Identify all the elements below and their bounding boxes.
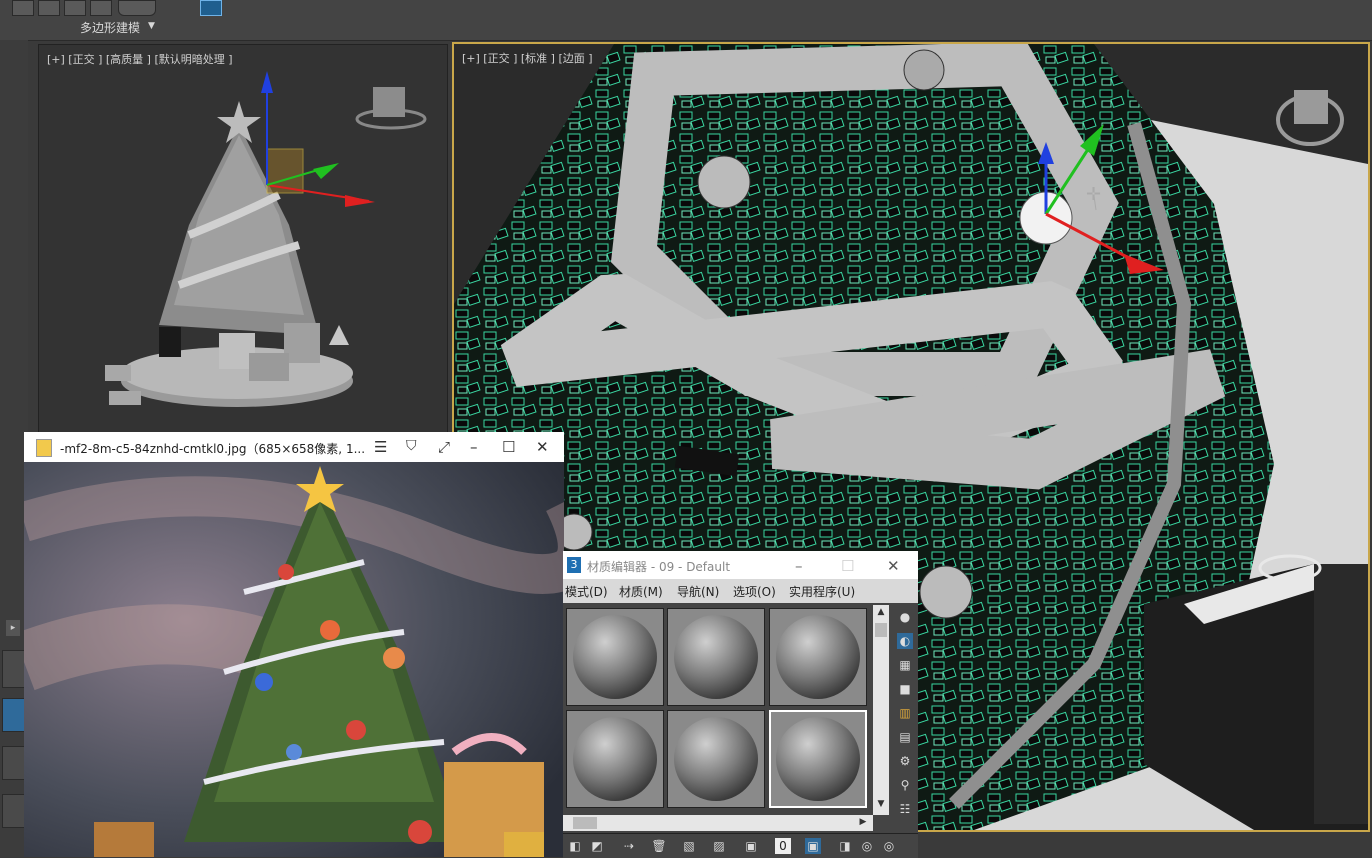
go-to-parent-icon[interactable]: ◎ <box>859 838 875 854</box>
put-to-library-icon[interactable]: ▨ <box>711 838 727 854</box>
vertical-scrollbar[interactable]: ▲ ▼ <box>873 605 889 815</box>
preview-icon[interactable]: ▤ <box>897 729 913 745</box>
expand-arrow-icon[interactable]: ▸ <box>6 620 20 636</box>
close-icon[interactable]: ✕ <box>536 438 549 456</box>
app-icon: 3 <box>567 557 581 573</box>
backlight-icon[interactable]: ◐ <box>897 633 913 649</box>
material-bottom-toolbar: ◧ ◩ ⇢ 🗑 ▧ ▨ ▣ 0 ▣ ◨ ◎ ◎ <box>563 833 918 858</box>
material-navigator-icon[interactable]: ☷ <box>897 801 913 817</box>
material-editor-title: 材质编辑器 - 09 - Default <box>587 560 731 574</box>
video-check-icon[interactable]: ▥ <box>897 705 913 721</box>
material-editor-titlebar[interactable]: 3 材质编辑器 - 09 - Default – ☐ ✕ <box>563 551 918 579</box>
side-button[interactable] <box>2 746 26 780</box>
scroll-thumb[interactable] <box>573 817 597 829</box>
horizontal-scrollbar[interactable]: ▶ <box>563 815 873 831</box>
fullscreen-icon[interactable]: ⤢ <box>438 438 450 456</box>
sample-type-icon[interactable]: ● <box>897 609 913 625</box>
skin-icon[interactable]: ⛉ <box>406 438 417 454</box>
maximize-icon[interactable]: ☐ <box>502 438 515 456</box>
reference-image <box>24 462 564 857</box>
image-viewer-title: -mf2-8m-c5-84znhd-cmtkl0.jpg（685×658像素, … <box>60 442 366 456</box>
material-slot-active[interactable] <box>769 710 867 808</box>
go-forward-sibling-icon[interactable]: ◎ <box>881 838 897 854</box>
side-button[interactable] <box>2 650 26 688</box>
minimize-icon[interactable]: – <box>795 557 803 575</box>
material-slot[interactable] <box>667 608 765 706</box>
chevron-down-icon[interactable]: ▼ <box>148 21 155 31</box>
scroll-right-icon[interactable]: ▶ <box>857 817 869 829</box>
material-slot[interactable] <box>667 710 765 808</box>
material-editor-window[interactable]: 3 材质编辑器 - 09 - Default – ☐ ✕ 模式(D) 材质(M)… <box>563 551 918 858</box>
material-side-toolbar: ● ◐ ▦ ■ ▥ ▤ ⚙ ⚲ ☷ <box>893 605 918 857</box>
svg-text:✛: ✛ <box>1086 184 1101 205</box>
select-by-material-icon[interactable]: ⚲ <box>897 777 913 793</box>
background-icon[interactable]: ▦ <box>897 657 913 673</box>
tool-button[interactable] <box>38 0 60 16</box>
material-editor-menubar: 模式(D) 材质(M) 导航(N) 选项(O) 实用程序(U) <box>563 579 918 603</box>
make-unique-icon[interactable]: ▧ <box>681 838 697 854</box>
tree-model-render <box>105 71 427 407</box>
tool-button[interactable] <box>64 0 86 16</box>
side-button-active[interactable] <box>2 698 26 732</box>
menu-mode[interactable]: 模式(D) <box>565 583 608 600</box>
side-button[interactable] <box>2 794 26 828</box>
assign-material-icon[interactable]: ⇢ <box>621 838 637 854</box>
menu-navigation[interactable]: 导航(N) <box>677 583 719 600</box>
menu-material[interactable]: 材质(M) <box>619 583 663 600</box>
ribbon-toolbar: 多边形建模 ▼ <box>0 0 1372 41</box>
get-material-icon[interactable]: ◧ <box>567 838 583 854</box>
maximize-icon[interactable]: ☐ <box>841 557 854 575</box>
material-id-icon[interactable]: 0 <box>775 838 791 854</box>
image-viewer-window[interactable]: -mf2-8m-c5-84znhd-cmtkl0.jpg（685×658像素, … <box>24 432 564 857</box>
material-slot[interactable] <box>769 608 867 706</box>
tool-button[interactable] <box>90 0 112 16</box>
material-slot[interactable] <box>566 608 664 706</box>
show-end-result-icon[interactable]: ◨ <box>837 838 853 854</box>
scroll-up-icon[interactable]: ▲ <box>875 607 887 619</box>
material-slot[interactable] <box>566 710 664 808</box>
polygon-modeling-label[interactable]: 多边形建模 <box>80 19 140 36</box>
close-icon[interactable]: ✕ <box>887 557 900 575</box>
tiling-icon[interactable]: ■ <box>897 681 913 697</box>
put-to-scene-icon[interactable]: ◩ <box>589 838 605 854</box>
scroll-down-icon[interactable]: ▼ <box>875 799 887 811</box>
show-in-viewport-icon[interactable]: ▣ <box>805 838 821 854</box>
options-icon[interactable]: ⚙ <box>897 753 913 769</box>
menu-utilities[interactable]: 实用程序(U) <box>789 583 855 600</box>
viewport-orthographic-shaded[interactable]: [+] [正交 ] [高质量 ] [默认明暗处理 ] <box>38 44 448 438</box>
delete-icon[interactable]: 🗑 <box>651 838 667 854</box>
active-tool-button[interactable] <box>200 0 222 16</box>
minimize-icon[interactable]: – <box>470 438 478 456</box>
save-icon[interactable]: ▣ <box>743 838 759 854</box>
menu-icon[interactable]: ☰ <box>374 438 387 456</box>
tool-button[interactable] <box>12 0 34 16</box>
tool-button[interactable] <box>118 0 156 16</box>
image-file-icon <box>36 439 52 457</box>
menu-options[interactable]: 选项(O) <box>733 583 776 600</box>
image-viewer-titlebar[interactable]: -mf2-8m-c5-84znhd-cmtkl0.jpg（685×658像素, … <box>24 432 564 462</box>
scroll-thumb[interactable] <box>875 623 887 637</box>
